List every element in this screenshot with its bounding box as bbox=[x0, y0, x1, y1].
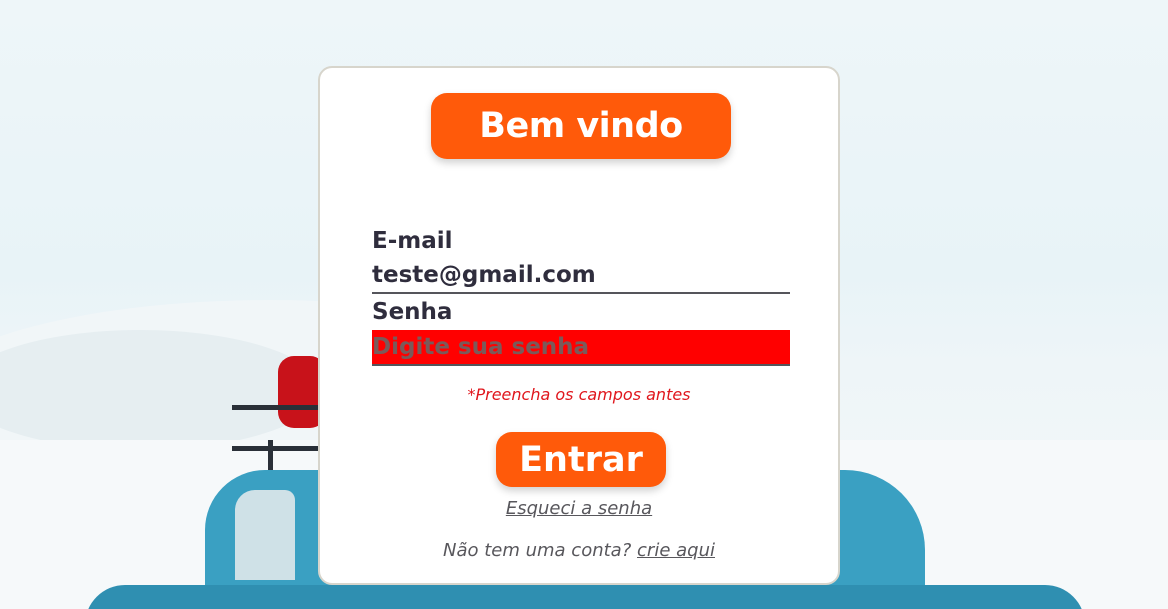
password-field[interactable] bbox=[372, 330, 790, 366]
email-field[interactable] bbox=[372, 258, 790, 294]
email-label: E-mail bbox=[372, 228, 453, 254]
error-message: *Preencha os campos antes bbox=[467, 385, 691, 404]
signup-text: Não tem uma conta? bbox=[443, 540, 632, 561]
car-lower-body bbox=[85, 585, 1085, 609]
car-window bbox=[235, 490, 295, 580]
forgot-password-link[interactable]: Esqueci a senha bbox=[320, 498, 838, 519]
signup-prompt: Não tem uma conta? crie aqui bbox=[320, 540, 838, 561]
roof-rack bbox=[232, 405, 332, 451]
login-card: Bem vindo E-mail Senha *Preencha os camp… bbox=[318, 66, 840, 585]
signup-link[interactable]: crie aqui bbox=[637, 540, 715, 561]
login-button[interactable]: Entrar bbox=[496, 432, 666, 487]
welcome-title: Bem vindo bbox=[431, 93, 731, 159]
password-label: Senha bbox=[372, 299, 453, 325]
